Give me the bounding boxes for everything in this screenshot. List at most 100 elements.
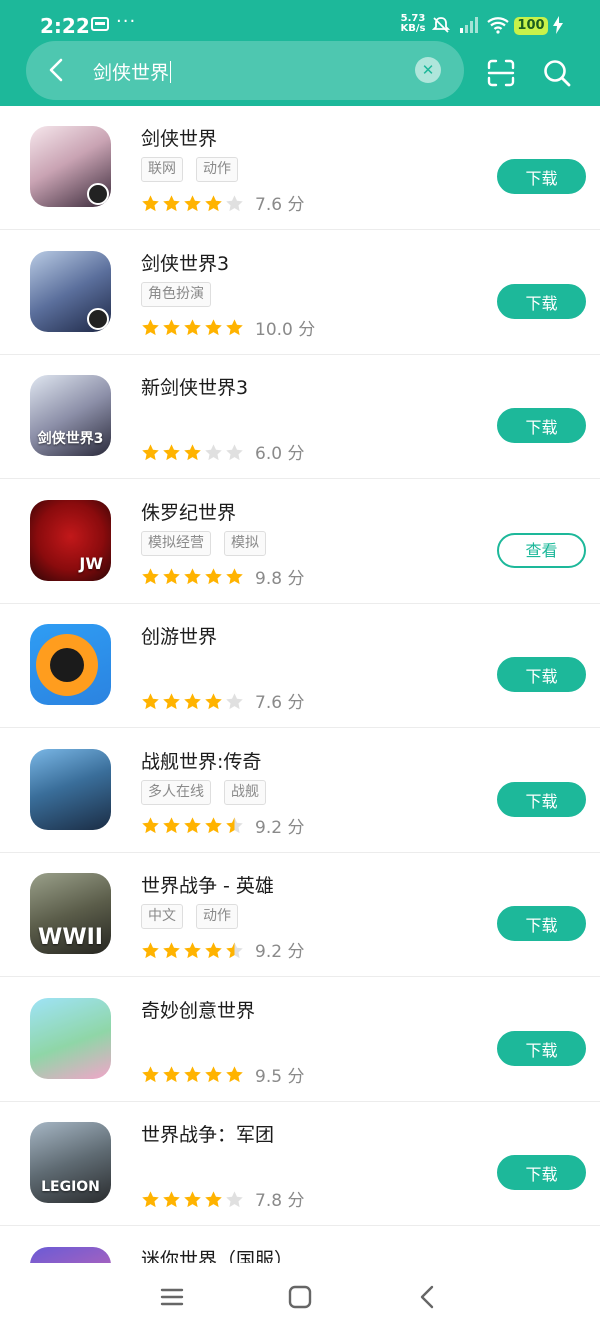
home-icon[interactable]: [286, 1283, 314, 1311]
app-name[interactable]: 奇妙创意世界: [141, 996, 255, 1023]
view-button[interactable]: 查看: [497, 532, 586, 568]
app-name[interactable]: 剑侠世界: [141, 124, 217, 151]
star-filled-icon: [163, 1190, 180, 1207]
app-icon[interactable]: JW: [30, 499, 111, 581]
download-button[interactable]: 下载: [497, 283, 586, 319]
app-row[interactable]: 剑侠世界3 新剑侠世界3 6.0 分 下载: [0, 355, 600, 479]
app-score: 9.2 分: [255, 942, 305, 962]
download-button[interactable]: 下载: [497, 159, 586, 194]
download-button[interactable]: 下载: [497, 408, 586, 443]
rating-stars: [141, 1064, 246, 1084]
app-row[interactable]: 剑侠世界 联网 动作 7.6 分下载: [0, 106, 600, 230]
star-filled-icon: [205, 941, 222, 958]
app-icon[interactable]: 剑侠世界3: [30, 375, 111, 456]
star-filled-icon: [142, 319, 159, 336]
app-icon[interactable]: [30, 624, 111, 705]
top-bar: 2:22 ··· 5.73 KB/s 100 剑侠世界 ✕: [0, 0, 600, 106]
app-icon-logo-text: LEGION: [41, 1179, 100, 1195]
app-icon[interactable]: WWII: [30, 873, 111, 954]
download-button[interactable]: 下载: [497, 906, 586, 941]
app-icon[interactable]: [30, 126, 111, 207]
app-score: 9.8 分: [255, 568, 305, 589]
app-name[interactable]: 世界战争 - 英雄: [141, 871, 274, 898]
search-query-text: 剑侠世界: [93, 62, 170, 84]
app-rating: 10.0 分: [141, 315, 315, 340]
star-filled-icon: [205, 817, 222, 834]
app-name[interactable]: 新剑侠世界3: [141, 373, 248, 400]
app-icon-art: [30, 1246, 111, 1263]
back-arrow-icon[interactable]: [44, 57, 70, 83]
rating-stars: [141, 566, 246, 586]
star-filled-icon: [142, 1190, 159, 1207]
more-notifications-icon: ···: [116, 11, 137, 32]
menu-icon[interactable]: [158, 1283, 186, 1311]
star-filled-icon: [226, 319, 243, 336]
clear-search-button[interactable]: ✕: [415, 57, 441, 83]
download-button[interactable]: 下载: [497, 657, 586, 692]
app-name[interactable]: 侏罗纪世界: [141, 498, 236, 525]
app-rating: 7.8 分: [141, 1186, 304, 1211]
app-row[interactable]: 迷你世界（国服）: [0, 1227, 600, 1264]
status-bar: 2:22 ··· 5.73 KB/s 100: [0, 0, 600, 42]
app-name[interactable]: 战舰世界:传奇: [141, 747, 261, 774]
app-row[interactable]: WWII 世界战争 - 英雄 中文 动作 9.2 分下载: [0, 853, 600, 977]
app-name[interactable]: 创游世界: [141, 622, 217, 649]
app-icon[interactable]: [30, 1246, 111, 1263]
mail-notification-icon: [91, 17, 109, 31]
app-row[interactable]: JW 侏罗纪世界模拟经营 模拟 9.8 分 查看: [0, 480, 600, 604]
scan-icon[interactable]: [486, 58, 516, 88]
star-filled-icon: [142, 194, 159, 211]
download-button[interactable]: 下载: [497, 781, 586, 817]
download-button[interactable]: 下载: [497, 1030, 586, 1066]
app-name[interactable]: 迷你世界（国服）: [141, 1245, 293, 1264]
back-icon[interactable]: [414, 1283, 442, 1311]
rating-stars: [141, 317, 246, 337]
app-icon-logo-text: 剑侠世界3: [37, 431, 104, 447]
star-half-icon: [226, 941, 243, 958]
app-icon-art: [30, 997, 111, 1079]
search-results-list[interactable]: 剑侠世界 联网 动作 7.6 分下载 剑侠世界3 角色扮演 10.0 分下载 剑侠世界3 新剑侠…: [0, 106, 600, 1263]
status-time: 2:22: [40, 14, 90, 38]
download-button[interactable]: 下载: [497, 1155, 586, 1190]
app-row[interactable]: 奇妙创意世界 9.5 分 下载: [0, 978, 600, 1102]
star-filled-icon: [163, 568, 180, 585]
app-rating: 9.2 分: [141, 937, 305, 962]
app-icon[interactable]: [30, 748, 111, 830]
star-filled-icon: [205, 1066, 222, 1083]
star-filled-icon: [184, 941, 201, 958]
signal-icon: [460, 17, 478, 33]
app-score: 9.2 分: [255, 817, 305, 838]
app-tag: 模拟: [224, 530, 266, 556]
star-filled-icon: [142, 692, 159, 709]
app-tag: 动作: [196, 904, 238, 929]
app-score: 9.5 分: [255, 1066, 305, 1087]
star-filled-icon: [163, 941, 180, 958]
app-score: 7.6 分: [255, 693, 305, 713]
app-tag: 联网: [141, 157, 183, 182]
app-icon[interactable]: [30, 250, 111, 332]
star-filled-icon: [184, 443, 201, 460]
app-row[interactable]: LEGION 世界战争：军团 7.8 分 下载: [0, 1102, 600, 1226]
app-tag: 多人在线: [141, 779, 211, 805]
star-filled-icon: [184, 568, 201, 585]
search-bar[interactable]: 剑侠世界 ✕: [26, 41, 464, 100]
app-name[interactable]: 剑侠世界3: [141, 249, 229, 276]
search-input[interactable]: 剑侠世界: [93, 58, 172, 85]
app-icon[interactable]: LEGION: [30, 1122, 111, 1203]
search-icon[interactable]: [542, 58, 572, 88]
publisher-badge-icon: [87, 183, 109, 205]
rating-stars: [141, 442, 246, 462]
rating-stars: [141, 193, 246, 213]
app-icon[interactable]: [30, 997, 111, 1079]
app-tags: 模拟经营 模拟: [141, 530, 279, 557]
app-row[interactable]: 创游世界 7.6 分 下载: [0, 604, 600, 728]
app-row[interactable]: 战舰世界:传奇 多人在线 战舰 9.2 分 下载: [0, 729, 600, 853]
network-speed: 5.73 KB/s: [400, 14, 426, 34]
app-row[interactable]: 剑侠世界3 角色扮演 10.0 分 下载: [0, 231, 600, 355]
app-name[interactable]: 世界战争：军团: [141, 1120, 274, 1147]
star-empty-icon: [226, 194, 243, 211]
battery-indicator: 100: [514, 17, 548, 35]
mascot-shape: [36, 634, 98, 696]
star-filled-icon: [163, 443, 180, 460]
app-tag: 战舰: [224, 779, 266, 805]
